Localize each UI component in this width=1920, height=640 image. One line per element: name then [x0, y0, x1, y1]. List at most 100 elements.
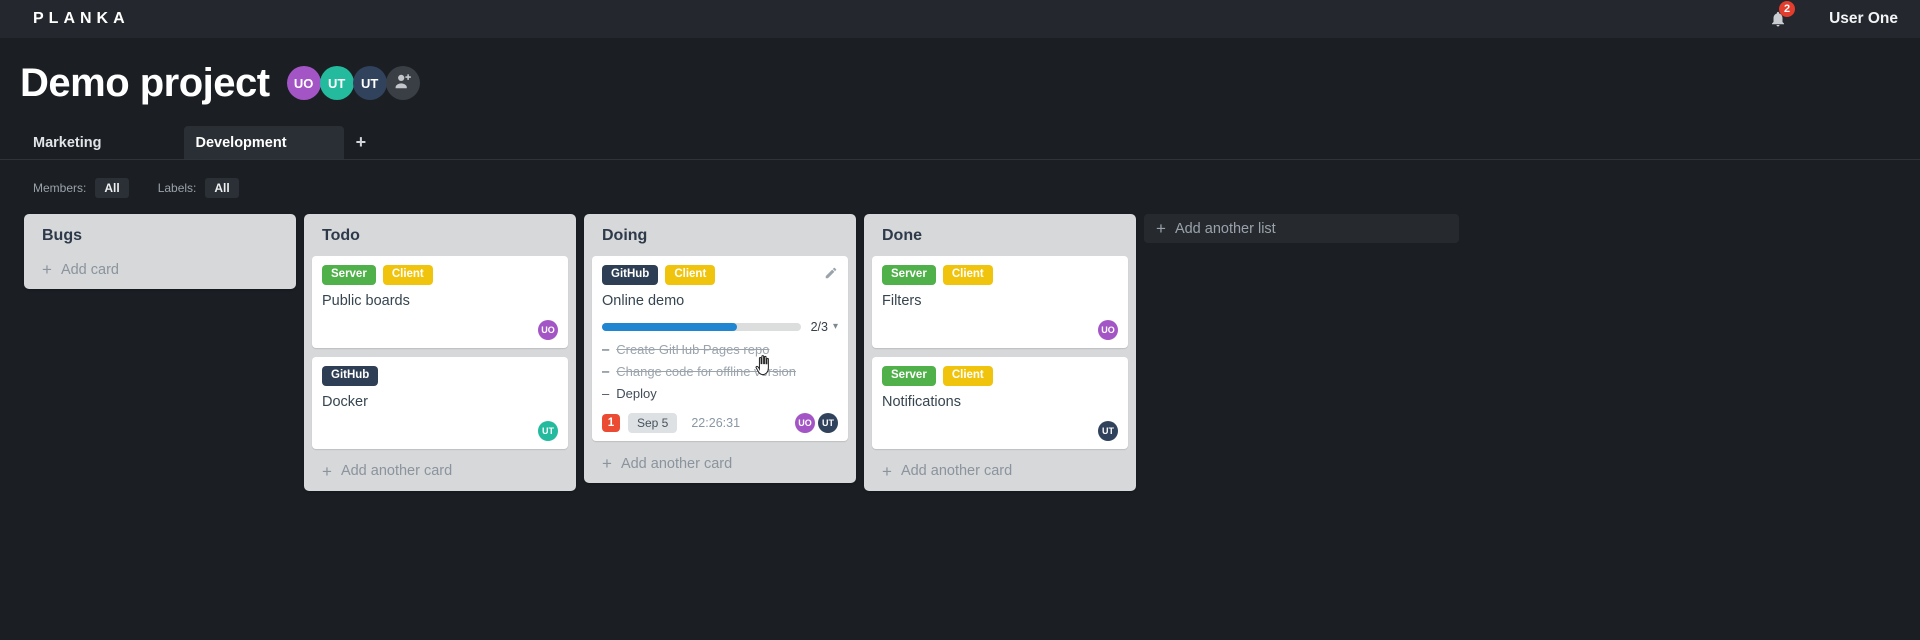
avatar[interactable]: UT — [319, 66, 354, 100]
tab-marketing[interactable]: Marketing — [33, 126, 102, 159]
plus-icon: + — [882, 461, 892, 481]
labels-filter-value[interactable]: All — [205, 178, 239, 198]
avatar[interactable]: UO — [1098, 319, 1118, 340]
add-list-button[interactable]: + Add another list — [1144, 214, 1459, 243]
add-card-button[interactable]: + Add another card — [312, 458, 568, 483]
task-bullet: – — [602, 342, 610, 358]
add-member-button[interactable] — [385, 66, 420, 100]
list-doing: Doing GitHub Client Online demo 2/3 ▾ – … — [584, 214, 856, 484]
card-notification-badge: 1 — [602, 413, 620, 432]
card-public-boards[interactable]: Server Client Public boards UO — [312, 256, 568, 348]
card-label: Client — [382, 265, 433, 285]
project-members: UO UT UT — [286, 66, 420, 100]
add-card-label: Add another card — [900, 463, 1013, 480]
list-done: Done Server Client Filters UO Server Cli… — [864, 214, 1136, 491]
card-filters[interactable]: Server Client Filters UO — [872, 256, 1128, 348]
timer-value: 22:26:31 — [691, 415, 741, 430]
person-add-icon — [393, 71, 412, 95]
user-menu[interactable]: User One — [1829, 10, 1898, 28]
task-text: Deploy — [616, 386, 657, 402]
notifications-button[interactable]: 2 — [1769, 1, 1796, 29]
card-labels: Server Client — [882, 265, 1118, 285]
add-card-button[interactable]: + Add card — [32, 256, 288, 281]
task-text: Change code for offline version — [616, 364, 796, 380]
card-labels: Server Client — [882, 365, 1118, 386]
task-bullet: – — [602, 364, 610, 380]
card-members: UO — [882, 319, 1118, 340]
filter-bar: Members: All Labels: All — [0, 178, 1920, 198]
members-filter-label: Members: — [33, 181, 87, 195]
add-card-label: Add another card — [340, 463, 453, 480]
list-todo: Todo Server Client Public boards UO GitH… — [304, 214, 576, 491]
avatar[interactable]: UT — [818, 412, 838, 433]
list-bugs: Bugs + Add card — [24, 214, 296, 289]
avatar[interactable]: UT — [352, 66, 387, 100]
list-title[interactable]: Bugs — [32, 220, 288, 256]
list-title[interactable]: Done — [872, 220, 1128, 256]
task-list: – Create GitHub Pages repo – Change code f… — [602, 339, 838, 405]
card-label: Client — [665, 265, 716, 285]
avatar[interactable]: UO — [795, 412, 815, 433]
card-online-demo[interactable]: GitHub Client Online demo 2/3 ▾ – Create … — [592, 256, 848, 442]
card-docker[interactable]: GitHub Docker UT — [312, 356, 568, 449]
list-title[interactable]: Todo — [312, 220, 568, 256]
plus-icon: + — [355, 132, 367, 152]
edit-pencil-icon[interactable] — [824, 266, 838, 285]
avatar[interactable]: UO — [538, 319, 558, 340]
chevron-down-icon[interactable]: ▾ — [833, 321, 838, 332]
card-labels: GitHub Client — [602, 265, 838, 285]
task-progress: 2/3 ▾ — [602, 320, 838, 334]
add-card-label: Add card — [60, 261, 119, 278]
task-item: – Create GitHub Pages repo — [602, 339, 838, 361]
avatar[interactable]: UO — [286, 66, 321, 100]
add-list-label: Add another list — [1174, 220, 1276, 237]
card-title: Notifications — [882, 393, 961, 410]
task-text: Create GitHub Pages repo — [616, 342, 770, 358]
labels-filter-label: Labels: — [157, 181, 197, 195]
planka-app: PLANKA 2 User One Demo project UO UT UT — [0, 0, 1920, 640]
avatar[interactable]: UT — [1098, 420, 1118, 441]
tab-label: Development — [195, 134, 287, 151]
card-title: Docker — [322, 393, 368, 410]
card-label: GitHub — [322, 365, 379, 386]
card-notifications[interactable]: Server Client Notifications UT — [872, 356, 1128, 449]
task-item: – Change code for offline version — [602, 361, 838, 383]
tab-label: Marketing — [33, 134, 102, 151]
add-card-button[interactable]: + Add another card — [592, 450, 848, 475]
project-header: Demo project UO UT UT — [0, 38, 1920, 114]
card-labels: Server Client — [322, 265, 558, 285]
progress-fill — [602, 322, 738, 331]
card-label: GitHub — [602, 265, 659, 285]
list-title[interactable]: Doing — [592, 220, 848, 256]
due-date-badge: Sep 5 — [628, 412, 678, 434]
card-label: Client — [942, 365, 993, 386]
avatar[interactable]: UT — [538, 420, 558, 441]
card-labels: GitHub — [322, 365, 558, 386]
plus-icon: + — [322, 461, 332, 481]
progress-bar — [602, 322, 801, 331]
card-label: Client — [942, 265, 993, 285]
card-members: UO — [322, 319, 558, 340]
card-title: Public boards — [322, 292, 410, 309]
page-title[interactable]: Demo project — [20, 61, 270, 106]
task-item: – Deploy — [602, 383, 838, 405]
card-members: UO UT — [795, 412, 838, 433]
kanban-board: Bugs + Add card Todo Server Client Publi… — [0, 214, 1920, 491]
card-members: UT — [322, 420, 558, 441]
notification-count-badge: 2 — [1779, 1, 1796, 17]
card-badges: 1 Sep 5 22:26:31 UO UT — [602, 412, 838, 434]
planka-logo: PLANKA — [33, 10, 130, 27]
card-title: Online demo — [602, 292, 685, 309]
task-bullet: – — [602, 386, 610, 402]
add-card-button[interactable]: + Add another card — [872, 458, 1128, 483]
board-tabs: Marketing Development + — [0, 126, 1920, 160]
top-bar: PLANKA 2 User One — [0, 0, 1920, 38]
progress-count: 2/3 — [810, 319, 828, 334]
card-label: Server — [882, 365, 936, 386]
add-board-button[interactable]: + — [356, 126, 367, 159]
card-members: UT — [882, 420, 1118, 441]
members-filter-value[interactable]: All — [95, 178, 129, 198]
tab-development[interactable]: Development — [183, 126, 344, 159]
card-title: Filters — [882, 292, 922, 309]
card-label: Server — [322, 265, 376, 285]
